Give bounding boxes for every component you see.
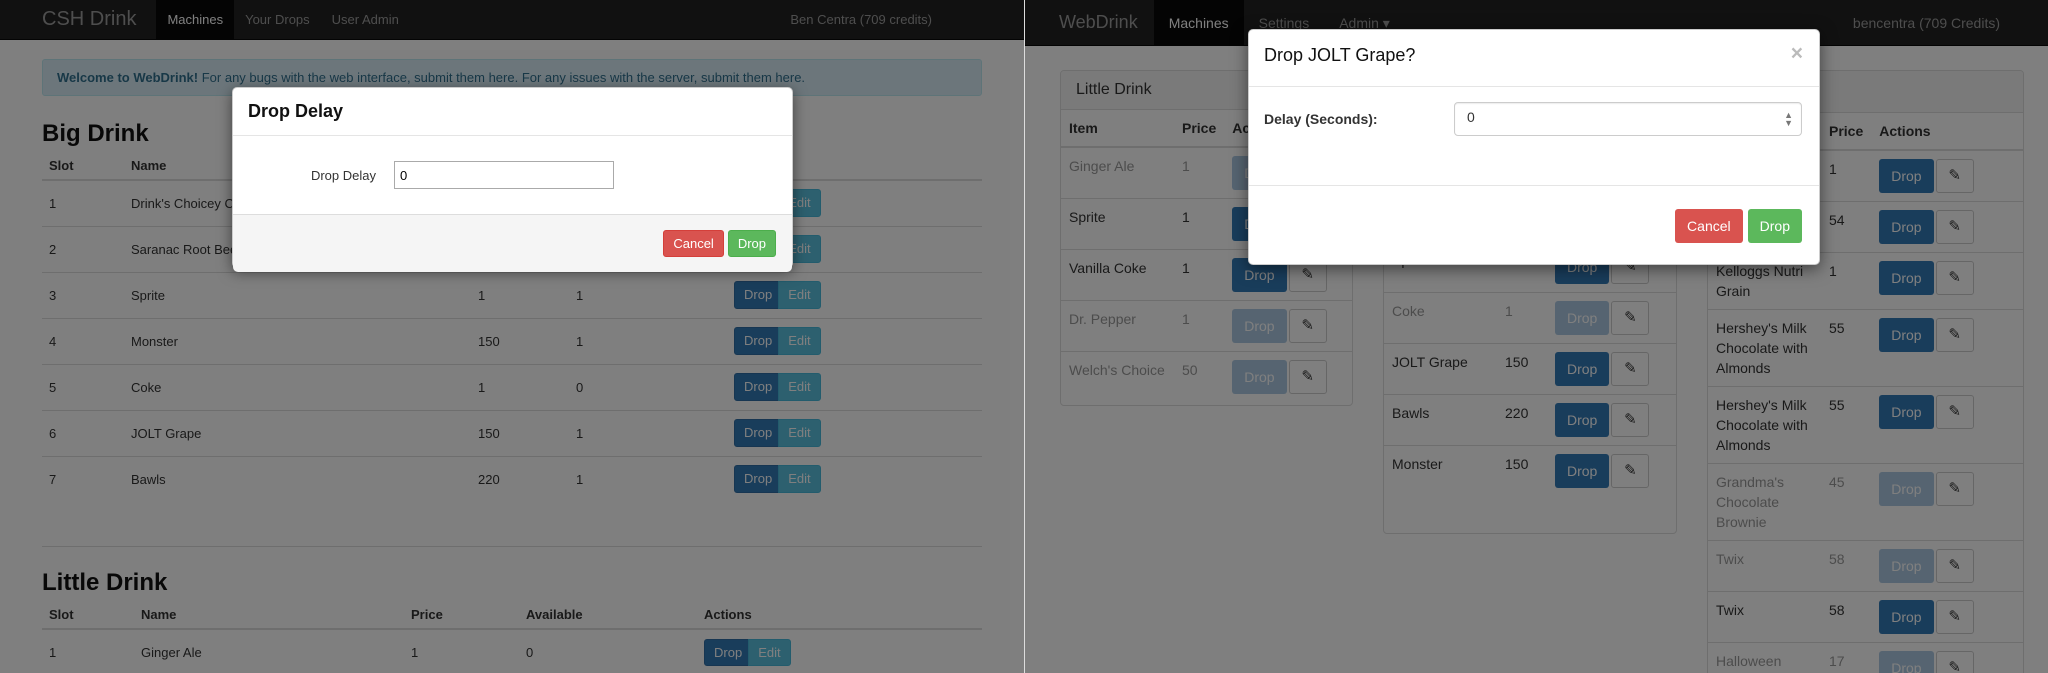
drop-button[interactable]: Drop: [1747, 208, 1802, 243]
number-spinner-icon[interactable]: ▲ ▼: [1784, 111, 1793, 128]
drop-delay-modal: Drop Delay Drop Delay Cancel Drop: [232, 87, 793, 272]
drop-delay-input[interactable]: [394, 161, 614, 189]
drop-modal-footer: Cancel Drop: [1249, 185, 1819, 265]
right-screenshot: WebDrink Machines Settings Admin ▾ bence…: [1025, 0, 2048, 673]
drop-modal-body: Delay (Seconds): 0 ▲ ▼: [1249, 87, 1819, 185]
drop-delay-modal-footer: Cancel Drop: [233, 214, 792, 272]
drop-button[interactable]: Drop: [727, 229, 776, 258]
drop-modal-header: Drop JOLT Grape? ×: [1249, 30, 1819, 87]
drop-jolt-grape-modal: Drop JOLT Grape? × Delay (Seconds): 0 ▲ ▼…: [1248, 29, 1820, 265]
delay-seconds-input[interactable]: 0 ▲ ▼: [1454, 102, 1802, 136]
delay-seconds-value: 0: [1467, 109, 1475, 125]
cancel-button[interactable]: Cancel: [1675, 208, 1743, 243]
drop-delay-label: Drop Delay: [310, 167, 376, 183]
close-icon[interactable]: ×: [1791, 42, 1803, 66]
drop-delay-modal-body: Drop Delay: [233, 136, 792, 214]
delay-seconds-label: Delay (Seconds):: [1264, 111, 1378, 127]
cancel-button[interactable]: Cancel: [663, 229, 724, 258]
drop-delay-modal-title: Drop Delay: [233, 88, 792, 136]
left-screenshot: CSH Drink Machines Your Drops User Admin…: [0, 0, 1024, 673]
drop-modal-title: Drop JOLT Grape?: [1264, 45, 1416, 65]
